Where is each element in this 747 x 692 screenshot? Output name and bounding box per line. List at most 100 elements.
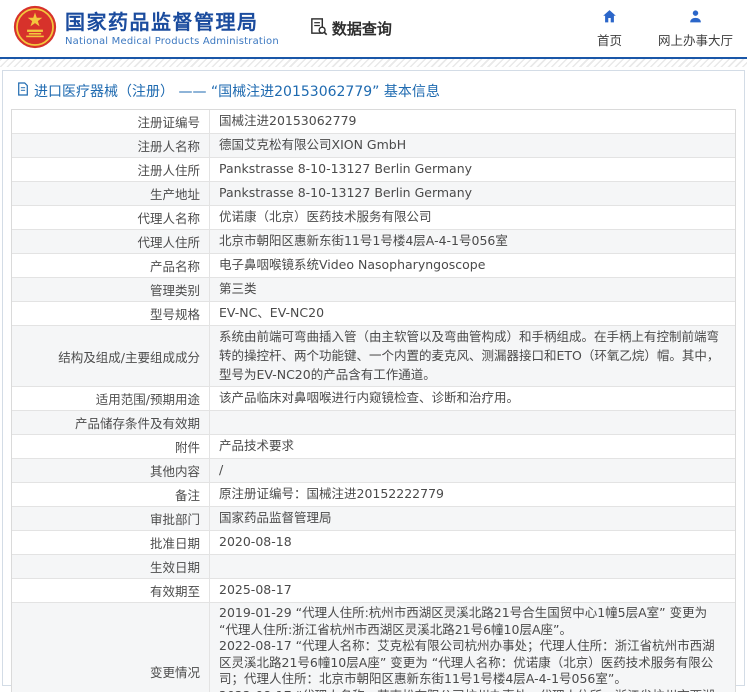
row-value-text: 2025-08-17 (219, 581, 723, 600)
row-label: 产品储存条件及有效期 (12, 411, 210, 434)
row-label: 注册证编号 (12, 110, 210, 133)
row-value: EV-NC、EV-NC20 (210, 302, 735, 325)
user-icon (688, 9, 703, 27)
row-label-text: 批准日期 (150, 533, 200, 552)
row-label-text: 注册人名称 (137, 136, 200, 155)
row-value: 原注册证编号：国械注进20152222779 (210, 483, 735, 506)
table-row: 有效期至 2025-08-17 (12, 578, 735, 602)
row-label-text: 代理人住所 (137, 232, 200, 251)
table-row: 附件产品技术要求 (12, 434, 735, 458)
row-value: 国家药品监督管理局 (210, 507, 735, 530)
row-value-text: 国械注进20153062779 (219, 112, 723, 131)
row-value-text: Pankstrasse 8-10-13127 Berlin Germany (219, 184, 723, 203)
row-value: 2025-08-17 (210, 579, 735, 602)
row-value: 第三类 (210, 278, 735, 301)
row-label: 适用范围/预期用途 (12, 387, 210, 410)
row-label-text: 代理人名称 (137, 208, 200, 227)
site-logo[interactable]: 国家药品监督管理局 National Medical Products Admi… (13, 5, 279, 53)
org-name-zh: 国家药品监督管理局 (65, 11, 279, 34)
row-label-text: 产品名称 (150, 256, 200, 275)
table-row: 注册人名称德国艾克松有限公司XION GmbH (12, 133, 735, 157)
row-label: 附件 (12, 435, 210, 458)
table-row: 产品名称电子鼻咽喉镜系统Video Nasopharyngoscope (12, 253, 735, 277)
row-value-text: 产品技术要求 (219, 437, 723, 456)
row-label-text: 型号规格 (150, 304, 200, 323)
site-header: 国家药品监督管理局 National Medical Products Admi… (0, 0, 747, 57)
info-table: 注册证编号国械注进20153062779 注册人名称德国艾克松有限公司XION G… (11, 109, 736, 692)
row-value: 2020-08-18 (210, 531, 735, 554)
row-value-text: 电子鼻咽喉镜系统Video Nasopharyngoscope (219, 256, 723, 275)
table-row: 生效日期 (12, 554, 735, 578)
table-row: 注册人住所 Pankstrasse 8-10-13127 Berlin Germa… (12, 157, 735, 181)
nav-online-service-hall-label: 网上办事大厅 (658, 30, 733, 49)
table-row: 生产地址 Pankstrasse 8-10-13127 Berlin German… (12, 181, 735, 205)
row-label: 注册人住所 (12, 158, 210, 181)
row-label-text: 附件 (175, 437, 200, 456)
table-row: 产品储存条件及有效期 (12, 410, 735, 434)
row-label: 变更情况 (12, 603, 210, 692)
nav-home[interactable]: 首页 (597, 9, 622, 49)
row-value-text: Pankstrasse 8-10-13127 Berlin Germany (219, 160, 723, 179)
row-value: 电子鼻咽喉镜系统Video Nasopharyngoscope (210, 254, 735, 277)
row-label: 审批部门 (12, 507, 210, 530)
row-value-text: 德国艾克松有限公司XION GmbH (219, 136, 723, 155)
row-label-text: 适用范围/预期用途 (96, 389, 200, 408)
row-label: 注册人名称 (12, 134, 210, 157)
row-label: 其他内容 (12, 459, 210, 482)
change-record-line: 2019-01-29 “代理人住所:杭州市西湖区灵溪北路21号合生国贸中心1幢5… (219, 605, 723, 638)
document-search-icon (309, 17, 328, 40)
row-label-text: 生效日期 (150, 557, 200, 576)
row-value (210, 411, 735, 434)
content-panel: 进口医疗器械（注册） —— “国械注进20153062779” 基本信息 注册证… (2, 70, 745, 686)
row-value: Pankstrasse 8-10-13127 Berlin Germany (210, 158, 735, 181)
table-row: 审批部门国家药品监督管理局 (12, 506, 735, 530)
row-value: 德国艾克松有限公司XION GmbH (210, 134, 735, 157)
row-label-text: 审批部门 (150, 509, 200, 528)
row-value: 该产品临床对鼻咽喉进行内窥镜检查、诊断和治疗用。 (210, 387, 735, 410)
breadcrumb: 进口医疗器械（注册） —— “国械注进20153062779” 基本信息 (3, 71, 744, 109)
hatched-strip (0, 59, 747, 67)
table-row: 适用范围/预期用途该产品临床对鼻咽喉进行内窥镜检查、诊断和治疗用。 (12, 386, 735, 410)
nav-online-service-hall[interactable]: 网上办事大厅 (658, 9, 733, 49)
row-value: 国械注进20153062779 (210, 110, 735, 133)
row-label: 有效期至 (12, 579, 210, 602)
table-row: 型号规格 EV-NC、EV-NC20 (12, 301, 735, 325)
change-record-line: 2022-08-17 “代理人名称：艾克松有限公司杭州办事处；代理人住所：浙江省… (219, 688, 723, 692)
row-value-text: / (219, 461, 723, 480)
row-label: 批准日期 (12, 531, 210, 554)
row-label-text: 产品储存条件及有效期 (75, 413, 200, 432)
row-value-text: 该产品临床对鼻咽喉进行内窥镜检查、诊断和治疗用。 (219, 389, 723, 408)
row-label: 型号规格 (12, 302, 210, 325)
breadcrumb-text: 进口医疗器械（注册） —— “国械注进20153062779” 基本信息 (34, 81, 440, 101)
row-label: 生产地址 (12, 182, 210, 205)
table-row: 变更情况 2019-01-29 “代理人住所:杭州市西湖区灵溪北路21号合生国贸中… (12, 602, 735, 692)
row-value: 优诺康（北京）医药技术服务有限公司 (210, 206, 735, 229)
row-label: 备注 (12, 483, 210, 506)
nav-home-label: 首页 (597, 30, 622, 49)
row-value-text: 优诺康（北京）医药技术服务有限公司 (219, 208, 723, 227)
row-label-text: 其他内容 (150, 461, 200, 480)
row-value-text: EV-NC、EV-NC20 (219, 304, 723, 323)
row-value: 2019-01-29 “代理人住所:杭州市西湖区灵溪北路21号合生国贸中心1幢5… (210, 603, 735, 692)
row-label-text: 注册证编号 (137, 112, 200, 131)
row-value: 北京市朝阳区惠新东街11号1号楼4层A-4-1号056室 (210, 230, 735, 253)
table-row: 批准日期 2020-08-18 (12, 530, 735, 554)
row-value-text: 原注册证编号：国械注进20152222779 (219, 485, 723, 504)
row-value: 产品技术要求 (210, 435, 735, 458)
row-value-text: 国家药品监督管理局 (219, 509, 723, 528)
table-row: 其他内容 / (12, 458, 735, 482)
row-label-text: 生产地址 (150, 184, 200, 203)
row-label-text: 备注 (175, 485, 200, 504)
table-row: 管理类别第三类 (12, 277, 735, 301)
row-label-text: 有效期至 (150, 581, 200, 600)
national-emblem-icon (13, 5, 57, 53)
data-query-tab[interactable]: 数据查询 (309, 17, 392, 40)
table-row: 结构及组成/主要组成成分系统由前端可弯曲插入管（由主软管以及弯曲管构成）和手柄组… (12, 325, 735, 386)
row-value: Pankstrasse 8-10-13127 Berlin Germany (210, 182, 735, 205)
row-label-text: 变更情况 (150, 662, 200, 681)
document-icon (17, 82, 29, 100)
row-label: 产品名称 (12, 254, 210, 277)
row-label: 代理人住所 (12, 230, 210, 253)
change-record-line: 2022-08-17 “代理人名称：艾克松有限公司杭州办事处；代理人住所：浙江省… (219, 638, 723, 688)
row-label-text: 结构及组成/主要组成成分 (58, 347, 200, 366)
